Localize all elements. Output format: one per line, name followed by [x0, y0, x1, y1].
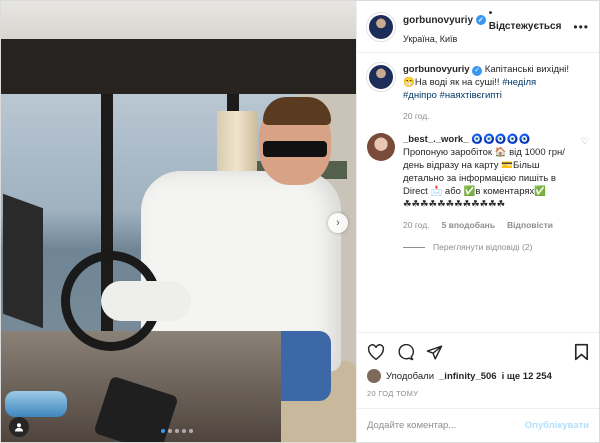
comment-row: _best_._work_ 🧿🧿🧿🧿🧿 Пропоную заробіток 🏠… — [367, 133, 589, 232]
post-actions: Уподобали _infinity_506 і ще 12 254 20 Г… — [357, 332, 599, 398]
laptop — [3, 193, 43, 329]
caption-text: Капітанські вихідні! — [484, 64, 570, 75]
next-photo-button[interactable]: › — [328, 213, 348, 233]
following-status[interactable]: • Відстежується — [489, 7, 566, 33]
comment-bubble-icon[interactable] — [397, 343, 414, 361]
more-options-icon[interactable]: ••• — [573, 20, 589, 34]
comment-text: Пропоную заробіток 🏠 від 1000 грн/день в… — [403, 147, 565, 197]
likes-count[interactable]: і ще 12 254 — [502, 371, 552, 382]
view-replies[interactable]: Переглянути відповіді (2) — [403, 242, 589, 252]
caption-username[interactable]: gorbunovyuriy — [403, 64, 470, 75]
carousel-dot — [168, 429, 172, 433]
view-replies-label[interactable]: Переглянути відповіді (2) — [433, 242, 532, 252]
comment-like-heart-icon[interactable]: ♡ — [581, 136, 589, 232]
carousel-dot — [189, 429, 193, 433]
comment-time: 20 год. — [403, 220, 430, 230]
likes-prefix: Уподобали — [386, 370, 435, 382]
hashtag-link[interactable]: #дніпро — [403, 90, 437, 101]
replies-line — [403, 246, 425, 248]
share-send-icon[interactable] — [426, 344, 443, 361]
author-avatar[interactable] — [367, 12, 395, 41]
chevron-right-icon: › — [336, 217, 340, 229]
like-heart-icon[interactable] — [367, 344, 385, 360]
likes-summary: Уподобали _infinity_506 і ще 12 254 — [367, 369, 589, 383]
comment-badges: 🧿🧿🧿🧿🧿 — [471, 134, 531, 145]
comment-clovers: ☘☘☘☘☘☘☘☘☘☘☘☘ — [403, 199, 506, 210]
bookmark-icon[interactable] — [574, 343, 589, 361]
cabin-trim — [1, 39, 356, 94]
comments-section: gorbunovyuriy ✓ Капітанські вихідні! 😁На… — [357, 53, 599, 332]
post-side-panel: gorbunovyuriy ✓ • Відстежується Україна,… — [356, 1, 599, 442]
add-comment-bar: Опублікувати — [357, 408, 599, 442]
carousel-dot — [175, 429, 179, 433]
post-header: gorbunovyuriy ✓ • Відстежується Україна,… — [357, 1, 599, 53]
tagged-user-icon[interactable] — [9, 417, 29, 437]
comment-likes[interactable]: 5 вподобань — [442, 219, 495, 232]
verified-icon: ✓ — [472, 65, 483, 76]
caption-row: gorbunovyuriy ✓ Капітанські вихідні! 😁На… — [367, 63, 589, 123]
reply-button[interactable]: Відповісти — [507, 219, 553, 232]
author-info: gorbunovyuriy ✓ • Відстежується Україна,… — [403, 7, 565, 46]
carousel-dots — [161, 429, 193, 433]
hashtag-link[interactable]: #наяхтівєгипті — [440, 90, 502, 101]
liker-avatar[interactable] — [367, 369, 381, 383]
post-location[interactable]: Україна, Київ — [403, 33, 565, 46]
author-username[interactable]: gorbunovyuriy — [403, 14, 473, 27]
person-hair — [263, 97, 331, 125]
caption-avatar[interactable] — [367, 63, 395, 91]
sunglasses — [263, 141, 327, 157]
carousel-dot — [182, 429, 186, 433]
verified-icon: ✓ — [476, 15, 486, 25]
publish-button[interactable]: Опублікувати — [525, 420, 589, 431]
commenter-avatar[interactable] — [367, 133, 395, 161]
post-time: 20 ГОД ТОМУ — [367, 389, 419, 398]
hashtag-link[interactable]: #неділя — [502, 77, 536, 88]
carousel-dot-active — [161, 429, 165, 433]
commenter-username[interactable]: _best_._work_ — [403, 134, 468, 145]
comment-input[interactable] — [367, 420, 517, 431]
liker-username[interactable]: _infinity_506 — [439, 371, 497, 382]
caption-text-2: 😁На воді як на суші!! — [403, 77, 500, 88]
post-frame: › gorbunovyuriy ✓ • Відстежується Україн… — [0, 0, 600, 443]
water-bottle — [5, 391, 67, 417]
caption-time: 20 год. — [403, 111, 430, 121]
post-photo[interactable]: › — [1, 1, 356, 442]
person-arm — [101, 281, 191, 321]
